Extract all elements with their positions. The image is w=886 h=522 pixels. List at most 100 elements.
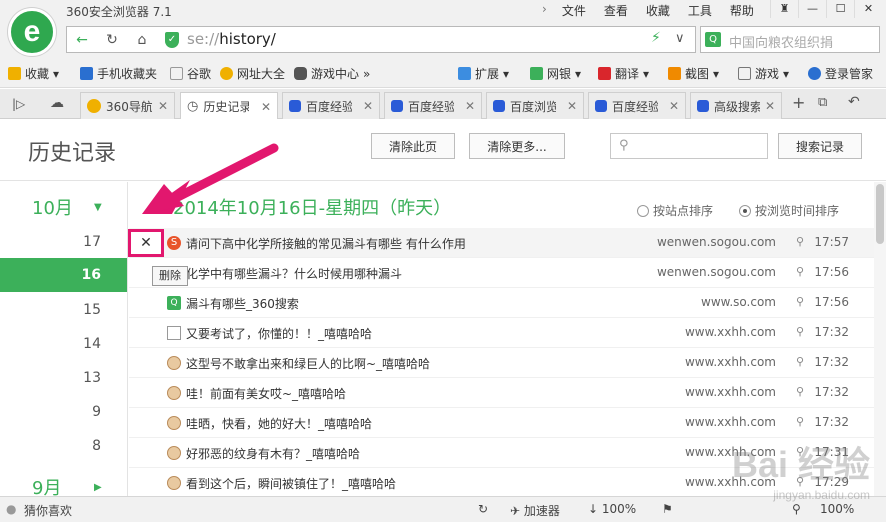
history-row[interactable]: S 请问下高中化学所接触的常见漏斗有哪些 有什么作用 wenwen.sogou.co…: [129, 228, 874, 258]
history-row[interactable]: 又要考试了，你懂的！！_嘻嘻哈哈 www.xxhh.com ⚲ 17:32: [129, 318, 874, 348]
history-search-input[interactable]: ⚲: [610, 133, 768, 159]
clear-more-button[interactable]: 清除更多...: [469, 133, 565, 159]
history-row[interactable]: Q 漏斗有哪些_360搜索 www.so.com ⚲ 17:56: [129, 288, 874, 318]
new-tab-icon[interactable]: +: [792, 93, 805, 112]
tab-close-icon[interactable]: ✕: [158, 99, 168, 113]
row-title[interactable]: 好邪恶的纹身有木有？_嘻嘻哈哈: [186, 445, 360, 462]
cloud-icon[interactable]: ☁: [50, 95, 64, 111]
tab-baidu-4[interactable]: 百度经验 ✕: [588, 92, 686, 119]
history-row[interactable]: S化学中有哪些漏斗？什么时候用哪种漏斗wenwen.sogou.com⚲17:5…: [129, 258, 874, 288]
shirt-skin-icon[interactable]: ♜: [770, 0, 798, 18]
bookmark-favorites[interactable]: 收藏 ▾: [8, 65, 59, 82]
bookmark-mobile[interactable]: 手机收藏夹: [80, 65, 157, 82]
refresh-icon[interactable]: ↻: [478, 502, 488, 516]
home-icon[interactable]: ⌂: [131, 31, 153, 49]
radio-icon[interactable]: [637, 204, 649, 217]
address-dropdown-icon[interactable]: ∨: [675, 31, 685, 46]
history-row[interactable]: 哇！前面有美女哎~_嘻嘻哈哈 www.xxhh.com ⚲ 17:32: [129, 378, 874, 408]
scrollbar[interactable]: [874, 182, 886, 496]
undo-close-icon[interactable]: ↶: [848, 94, 860, 110]
tab-close-icon[interactable]: ✕: [261, 100, 271, 114]
search-history-button[interactable]: 搜索记录: [778, 133, 862, 159]
tab-baidu-1[interactable]: 百度经验 ✕: [282, 92, 380, 119]
search-icon[interactable]: ⚲: [796, 235, 804, 248]
day-item[interactable]: 17: [83, 234, 101, 250]
refresh-icon[interactable]: ↻: [101, 31, 123, 49]
row-title[interactable]: 哇晒，快看，她的好大！_嘻嘻哈哈: [186, 415, 372, 432]
toolbar-bank[interactable]: 网银 ▾: [530, 65, 581, 82]
tab-close-icon[interactable]: ✕: [567, 99, 577, 113]
sort-by-time[interactable]: 按浏览时间排序: [739, 202, 839, 219]
zoom-icon[interactable]: ⚲: [792, 502, 801, 516]
search-icon[interactable]: ⚲: [796, 385, 804, 398]
clear-page-button[interactable]: 清除此页: [371, 133, 455, 159]
toolbar-screenshot[interactable]: 截图 ▾: [668, 65, 719, 82]
caret-right-icon[interactable]: ▶: [94, 482, 102, 493]
tab-360-nav[interactable]: 360导航 ✕: [80, 92, 175, 119]
toolbar-games[interactable]: 游戏 ▾: [738, 65, 789, 82]
guess-you-like[interactable]: 猜你喜欢: [24, 502, 72, 519]
search-icon[interactable]: ⚲: [796, 295, 804, 308]
menu-view[interactable]: 查看: [595, 2, 637, 19]
download-indicator[interactable]: ↓ 100%: [588, 502, 636, 516]
tab-close-icon[interactable]: ✕: [765, 99, 775, 113]
toolbar-login[interactable]: 登录管家: [808, 65, 873, 82]
day-item[interactable]: 8: [92, 438, 101, 454]
zoom-level[interactable]: 100%: [820, 502, 854, 516]
sort-by-site[interactable]: 按站点排序: [637, 202, 713, 219]
speed-icon[interactable]: ⚡: [651, 30, 661, 46]
flag-icon[interactable]: ⚑: [662, 502, 673, 516]
row-title[interactable]: 请问下高中化学所接触的常见漏斗有哪些 有什么作用: [186, 235, 466, 252]
scrollbar-thumb[interactable]: [876, 184, 884, 244]
row-title[interactable]: 哇！前面有美女哎~_嘻嘻哈哈: [186, 385, 346, 402]
search-input[interactable]: 中国向粮农组织捐: [729, 32, 877, 51]
bookmark-google[interactable]: 谷歌: [170, 65, 211, 82]
month-october[interactable]: 10月: [32, 194, 73, 220]
menu-favorites[interactable]: 收藏: [637, 2, 679, 19]
delete-row-button[interactable]: ✕: [128, 229, 164, 257]
maximize-button[interactable]: ☐: [826, 0, 854, 18]
day-item[interactable]: 9: [92, 404, 101, 420]
tab-advanced-search[interactable]: 高级搜索 ✕: [690, 92, 782, 119]
tab-close-icon[interactable]: ✕: [363, 99, 373, 113]
search-engine-icon[interactable]: Q: [705, 32, 721, 47]
sidebar-toggle-icon[interactable]: |▷: [12, 97, 25, 111]
day-item[interactable]: 15: [83, 302, 101, 318]
bookmark-games[interactable]: 游戏中心 »: [294, 65, 370, 82]
search-icon[interactable]: ⚲: [796, 265, 804, 278]
search-icon[interactable]: ⚲: [796, 415, 804, 428]
tab-list-icon[interactable]: ⧉: [818, 95, 827, 110]
tab-history[interactable]: ◷ 历史记录 ✕: [180, 92, 278, 120]
radio-checked-icon[interactable]: [739, 204, 751, 217]
toolbar-extensions[interactable]: 扩展 ▾: [458, 65, 509, 82]
url-text[interactable]: se://history/: [187, 30, 276, 48]
menu-file[interactable]: 文件: [553, 2, 595, 19]
tab-close-icon[interactable]: ✕: [465, 99, 475, 113]
tab-close-icon[interactable]: ✕: [669, 99, 679, 113]
row-title[interactable]: 又要考试了，你懂的！！_嘻嘻哈哈: [186, 325, 372, 342]
search-icon[interactable]: ⚲: [796, 325, 804, 338]
bookmark-hao[interactable]: 网址大全: [220, 65, 285, 82]
accelerator-button[interactable]: ✈ 加速器: [510, 502, 560, 519]
back-icon[interactable]: ←: [71, 31, 93, 49]
menu-tools[interactable]: 工具: [679, 2, 721, 19]
close-window-button[interactable]: ✕: [854, 0, 882, 18]
history-row[interactable]: 这型号不敢拿出来和绿巨人的比啊~_嘻嘻哈哈 www.xxhh.com ⚲ 17:32: [129, 348, 874, 378]
menu-help[interactable]: 帮助: [721, 2, 763, 19]
day-item-selected[interactable]: 16: [0, 258, 127, 292]
row-title[interactable]: 漏斗有哪些_360搜索: [186, 295, 299, 312]
toolbar-translate[interactable]: 翻译 ▾: [598, 65, 649, 82]
search-icon[interactable]: ⚲: [796, 355, 804, 368]
day-item[interactable]: 14: [83, 336, 101, 352]
minimize-button[interactable]: —: [798, 0, 826, 18]
caret-down-icon[interactable]: ▼: [94, 202, 102, 213]
tab-baidu-3[interactable]: 百度浏览 ✕: [486, 92, 584, 119]
tab-baidu-2[interactable]: 百度经验 ✕: [384, 92, 482, 119]
row-title[interactable]: 化学中有哪些漏斗？什么时候用哪种漏斗: [186, 265, 402, 282]
history-row[interactable]: 哇晒，快看，她的好大！_嘻嘻哈哈 www.xxhh.com ⚲ 17:32: [129, 408, 874, 438]
search-box[interactable]: Q 中国向粮农组织捐: [700, 26, 880, 53]
row-title[interactable]: 这型号不敢拿出来和绿巨人的比啊~_嘻嘻哈哈: [186, 355, 430, 372]
address-bar[interactable]: ← ↻ ⌂ ✓ se://history/ ⚡ ∨: [66, 26, 696, 53]
row-title[interactable]: 看到这个后，瞬间被镇住了！_嘻嘻哈哈: [186, 475, 396, 492]
menu-arrow-icon[interactable]: ›: [536, 2, 553, 19]
